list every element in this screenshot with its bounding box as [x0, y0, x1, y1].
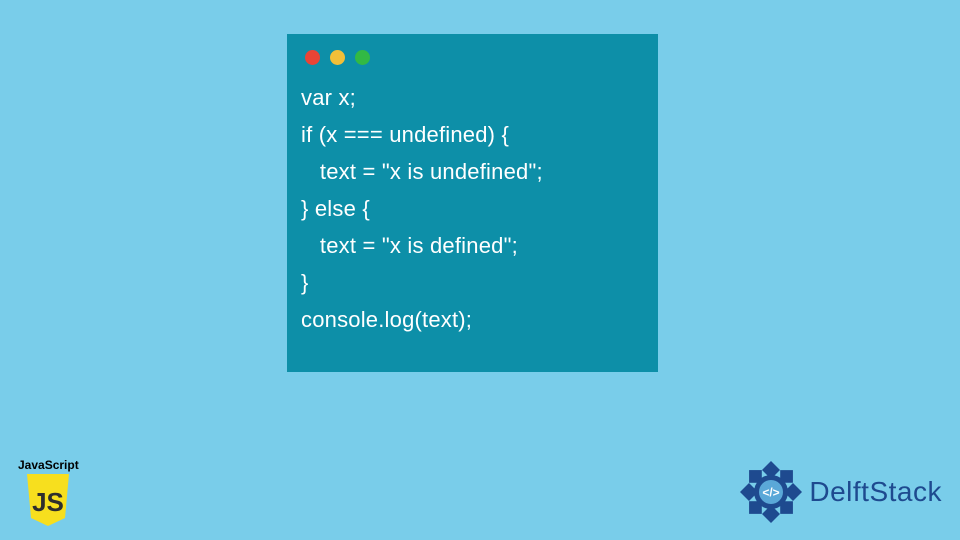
- js-shield-text: JS: [32, 487, 64, 517]
- svg-text:</>: </>: [763, 486, 780, 500]
- code-window: var x; if (x === undefined) { text = "x …: [287, 34, 658, 372]
- maximize-icon: [355, 50, 370, 65]
- javascript-label: JavaScript: [18, 458, 79, 472]
- javascript-shield-icon: JS: [25, 474, 71, 526]
- delftstack-emblem-icon: </>: [737, 458, 805, 526]
- window-traffic-lights: [305, 50, 644, 65]
- close-icon: [305, 50, 320, 65]
- code-block: var x; if (x === undefined) { text = "x …: [301, 79, 644, 338]
- delftstack-logo: </> DelftStack: [737, 458, 942, 526]
- javascript-badge: JavaScript JS: [18, 458, 79, 526]
- minimize-icon: [330, 50, 345, 65]
- delftstack-brand-text: DelftStack: [809, 476, 942, 508]
